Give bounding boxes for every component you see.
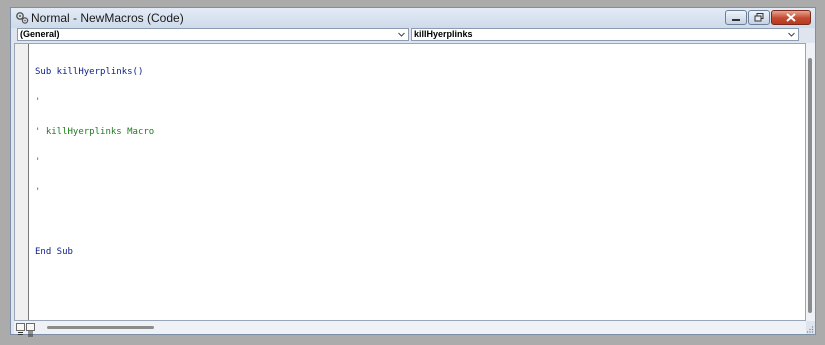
object-dropdown[interactable]: (General) bbox=[17, 28, 409, 41]
vertical-scrollbar[interactable] bbox=[806, 43, 815, 321]
close-button[interactable] bbox=[771, 10, 811, 25]
code-editor[interactable]: Sub killHyerplinks() ' ' killHyerplinks … bbox=[14, 43, 806, 321]
close-icon bbox=[786, 13, 796, 22]
code-text[interactable]: Sub killHyerplinks() ' ' killHyerplinks … bbox=[35, 47, 154, 277]
procedure-dropdown-value: killHyerplinks bbox=[414, 29, 473, 39]
code-line[interactable]: ' bbox=[35, 187, 154, 197]
code-line[interactable] bbox=[35, 217, 154, 227]
chevron-down-icon[interactable] bbox=[397, 30, 406, 39]
restore-icon bbox=[754, 13, 764, 22]
code-line[interactable]: ' killHyerplinks Macro bbox=[35, 127, 154, 137]
procedure-view-button[interactable] bbox=[16, 323, 25, 335]
minimize-icon bbox=[732, 18, 740, 21]
full-module-view-icon bbox=[28, 331, 33, 337]
restore-button[interactable] bbox=[748, 10, 770, 25]
margin-indicator-bar[interactable] bbox=[15, 44, 29, 320]
resize-grip-icon[interactable] bbox=[806, 325, 814, 333]
code-line[interactable]: End Sub bbox=[35, 247, 154, 257]
code-line[interactable]: ' bbox=[35, 97, 154, 107]
window-title: Normal - NewMacros (Code) bbox=[31, 11, 184, 25]
chevron-down-icon[interactable] bbox=[787, 30, 796, 39]
procedure-dropdown[interactable]: killHyerplinks bbox=[411, 28, 799, 41]
full-module-view-button[interactable] bbox=[26, 323, 35, 337]
title-bar[interactable]: Normal - NewMacros (Code) bbox=[11, 8, 815, 28]
object-dropdown-value: (General) bbox=[20, 29, 60, 39]
horizontal-scroll-thumb[interactable] bbox=[47, 326, 154, 329]
vba-code-module-icon bbox=[16, 12, 29, 24]
code-window: Normal - NewMacros (Code) (General) kill… bbox=[10, 7, 816, 337]
bottom-bar bbox=[14, 321, 806, 337]
code-line[interactable]: ' bbox=[35, 157, 154, 167]
minimize-button[interactable] bbox=[725, 10, 747, 25]
window-controls bbox=[725, 10, 811, 25]
procedure-view-icon bbox=[18, 332, 23, 335]
code-line[interactable]: Sub killHyerplinks() bbox=[35, 67, 154, 77]
vertical-scroll-thumb[interactable] bbox=[808, 58, 812, 313]
